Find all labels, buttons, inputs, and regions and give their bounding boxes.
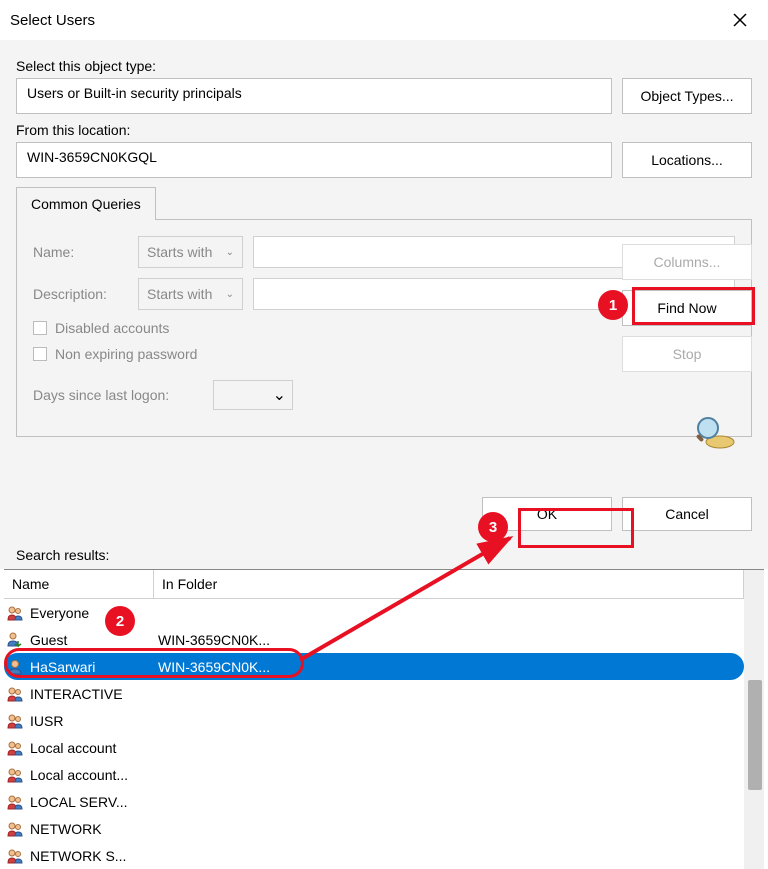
non-expiring-checkbox[interactable] (33, 347, 47, 361)
result-row[interactable]: NETWORK S... (4, 842, 744, 869)
chevron-down-icon: ⌄ (226, 289, 234, 300)
columns-button[interactable]: Columns... (622, 244, 752, 280)
disabled-accounts-label: Disabled accounts (55, 320, 169, 336)
result-row[interactable]: GuestWIN-3659CN0K... (4, 626, 744, 653)
result-row[interactable]: LOCAL SERV... (4, 788, 744, 815)
name-filter-label: Name: (33, 244, 128, 260)
result-name: HaSarwari (26, 659, 154, 675)
result-name: Guest (26, 632, 154, 648)
cancel-button[interactable]: Cancel (622, 497, 752, 531)
disabled-accounts-checkbox[interactable] (33, 321, 47, 335)
ok-button[interactable]: OK (482, 497, 612, 531)
result-row[interactable]: HaSarwariWIN-3659CN0K... (4, 653, 744, 680)
tab-common-queries[interactable]: Common Queries (16, 187, 156, 220)
principal-icon (4, 820, 26, 838)
column-header-name[interactable]: Name (4, 570, 154, 598)
object-types-button[interactable]: Object Types... (622, 78, 752, 114)
result-name: Local account (26, 740, 154, 756)
principal-icon (4, 658, 26, 676)
search-magnifier-icon (688, 412, 736, 452)
location-label: From this location: (16, 122, 752, 138)
object-type-label: Select this object type: (16, 58, 752, 74)
principal-icon (4, 604, 26, 622)
window-title: Select Users (10, 12, 722, 29)
column-header-folder[interactable]: In Folder (154, 570, 744, 598)
non-expiring-label: Non expiring password (55, 346, 197, 362)
result-row[interactable]: IUSR (4, 707, 744, 734)
result-name: Everyone (26, 605, 154, 621)
result-name: IUSR (26, 713, 154, 729)
result-folder: WIN-3659CN0K... (154, 659, 744, 675)
result-row[interactable]: Everyone (4, 599, 744, 626)
days-logon-select[interactable]: ⌄ (213, 380, 293, 410)
result-name: Local account... (26, 767, 154, 783)
result-row[interactable]: NETWORK (4, 815, 744, 842)
result-name: INTERACTIVE (26, 686, 154, 702)
object-type-field[interactable]: Users or Built-in security principals (16, 78, 612, 114)
principal-icon (4, 712, 26, 730)
stop-button[interactable]: Stop (622, 336, 752, 372)
close-button[interactable] (722, 4, 758, 36)
results-scrollbar[interactable] (744, 570, 764, 869)
find-now-button[interactable]: Find Now (622, 290, 752, 326)
days-logon-label: Days since last logon: (33, 387, 203, 403)
desc-match-select[interactable]: Starts with⌄ (138, 278, 243, 310)
chevron-down-icon: ⌄ (226, 247, 234, 258)
name-match-select[interactable]: Starts with⌄ (138, 236, 243, 268)
chevron-down-icon: ⌄ (273, 385, 286, 405)
principal-icon (4, 631, 26, 649)
principal-icon (4, 739, 26, 757)
result-folder: WIN-3659CN0K... (154, 632, 744, 648)
result-row[interactable]: Local account... (4, 761, 744, 788)
principal-icon (4, 766, 26, 784)
scroll-thumb[interactable] (748, 680, 762, 790)
result-row[interactable]: INTERACTIVE (4, 680, 744, 707)
result-name: LOCAL SERV... (26, 794, 154, 810)
result-name: NETWORK S... (26, 848, 154, 864)
result-name: NETWORK (26, 821, 154, 837)
principal-icon (4, 685, 26, 703)
principal-icon (4, 793, 26, 811)
desc-filter-label: Description: (33, 286, 128, 302)
result-row[interactable]: Local account (4, 734, 744, 761)
location-field[interactable]: WIN-3659CN0KGQL (16, 142, 612, 178)
locations-button[interactable]: Locations... (622, 142, 752, 178)
search-results-label: Search results: (0, 537, 768, 569)
principal-icon (4, 847, 26, 865)
